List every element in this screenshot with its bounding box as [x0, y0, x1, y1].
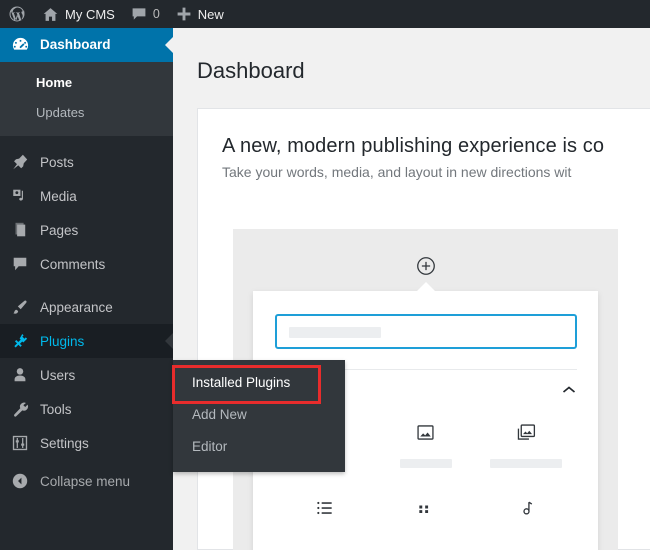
comments-button[interactable]: 0 [123, 0, 168, 28]
block-search-input[interactable] [275, 314, 577, 349]
sidebar-item-label: Plugins [40, 335, 84, 349]
search-placeholder-bar [289, 327, 381, 338]
collapse-arrow-icon [9, 472, 31, 490]
block-item[interactable] [376, 485, 477, 550]
plus-icon [176, 6, 192, 22]
block-item[interactable] [376, 409, 477, 485]
home-icon [42, 6, 59, 23]
block-item[interactable] [476, 409, 577, 485]
sidebar-item-label: Appearance [40, 301, 113, 315]
welcome-subheading: Take your words, media, and layout in ne… [198, 158, 650, 180]
welcome-heading: A new, modern publishing experience is c… [198, 109, 650, 158]
pin-icon [9, 152, 31, 172]
dashboard-icon [9, 35, 31, 55]
sidebar-item-label: Media [40, 190, 77, 204]
flyout-item-add-new[interactable]: Add New [173, 399, 345, 431]
submenu-item-updates[interactable]: Updates [0, 98, 173, 128]
sidebar-item-plugins[interactable]: Plugins [0, 324, 173, 358]
audio-icon [516, 495, 536, 521]
wrench-icon [9, 399, 31, 419]
block-item[interactable] [275, 485, 376, 550]
sliders-icon [9, 433, 31, 453]
gallery-icon [516, 419, 537, 445]
new-content-button[interactable]: New [168, 0, 232, 28]
page-title: Dashboard [173, 28, 650, 86]
media-icon [9, 186, 31, 206]
submenu-item-home[interactable]: Home [0, 68, 173, 98]
sidebar-item-label: Pages [40, 224, 78, 238]
list-icon [315, 495, 335, 521]
sidebar-item-users[interactable]: Users [0, 358, 173, 392]
sidebar-item-settings[interactable]: Settings [0, 426, 173, 460]
image-icon [415, 419, 436, 445]
sidebar-item-label: Settings [40, 437, 89, 451]
sidebar-item-label: Comments [40, 258, 105, 272]
sidebar-item-label: Posts [40, 156, 74, 170]
sidebar-item-posts[interactable]: Posts [0, 145, 173, 179]
sidebar-item-media[interactable]: Media [0, 179, 173, 213]
plus-circle-icon [415, 255, 437, 277]
brush-icon [9, 297, 31, 317]
block-label-bar [490, 459, 562, 468]
plugins-flyout-menu: Installed Plugins Add New Editor [173, 360, 345, 472]
sidebar-item-pages[interactable]: Pages [0, 213, 173, 247]
comment-bubble-icon [131, 6, 147, 22]
dashboard-submenu: Home Updates [0, 62, 173, 136]
chevron-up-icon[interactable] [562, 383, 576, 393]
plug-icon [9, 331, 31, 351]
sidebar-item-comments[interactable]: Comments [0, 247, 173, 281]
menu-separator [0, 136, 173, 145]
admin-bar: My CMS 0 New [0, 0, 650, 28]
new-content-label: New [198, 7, 224, 22]
sidebar-item-label: Dashboard [40, 38, 111, 52]
block-item[interactable] [476, 485, 577, 550]
welcome-panel: A new, modern publishing experience is c… [197, 108, 650, 550]
sidebar-item-tools[interactable]: Tools [0, 392, 173, 426]
comment-icon [9, 254, 31, 274]
site-name-label: My CMS [65, 7, 115, 22]
sidebar-item-label: Tools [40, 403, 72, 417]
site-name-button[interactable]: My CMS [34, 0, 123, 28]
sidebar-item-appearance[interactable]: Appearance [0, 290, 173, 324]
collapse-menu-label: Collapse menu [40, 474, 130, 489]
main-content: Dashboard A new, modern publishing exper… [173, 28, 650, 550]
wordpress-logo-icon [8, 5, 26, 23]
admin-sidebar: Dashboard Home Updates Posts Media [0, 28, 173, 550]
sidebar-item-dashboard[interactable]: Dashboard [0, 28, 173, 62]
user-icon [9, 365, 31, 385]
wordpress-logo-button[interactable] [0, 0, 34, 28]
collapse-menu-button[interactable]: Collapse menu [0, 464, 173, 498]
flyout-item-editor[interactable]: Editor [173, 431, 345, 463]
block-label-bar [400, 459, 452, 468]
flyout-item-installed-plugins[interactable]: Installed Plugins [173, 367, 345, 399]
page-icon [9, 220, 31, 240]
block-grid-row [275, 485, 577, 550]
sidebar-item-label: Users [40, 369, 75, 383]
menu-separator [0, 281, 173, 290]
quote-icon [416, 495, 436, 521]
comments-count: 0 [153, 7, 160, 21]
